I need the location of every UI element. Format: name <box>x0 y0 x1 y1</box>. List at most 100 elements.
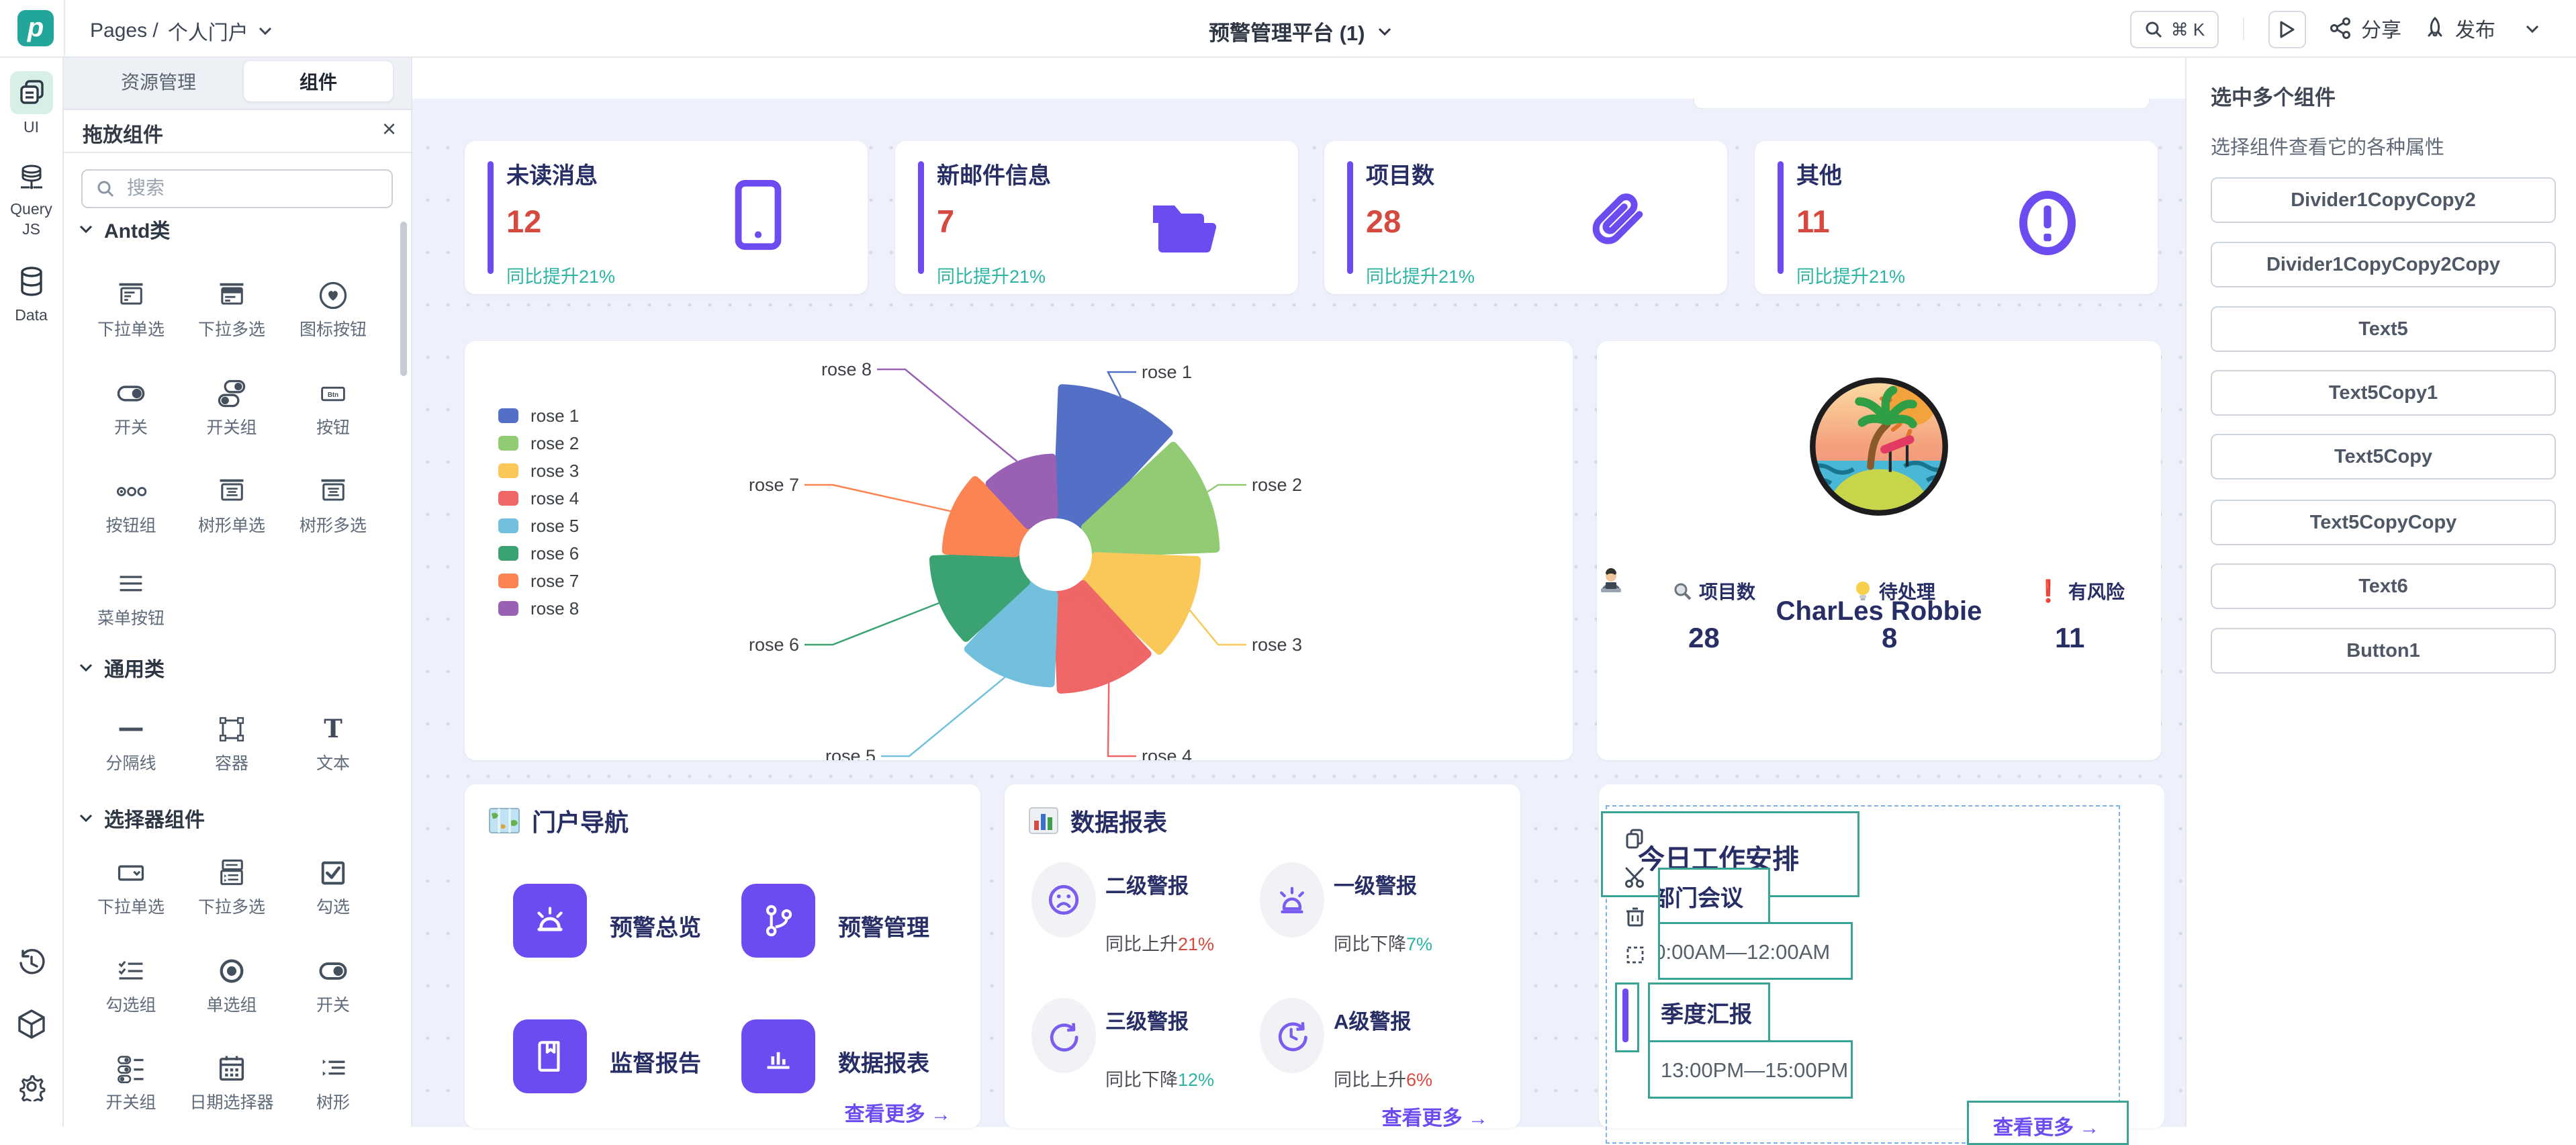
multiselect-icon <box>216 857 248 889</box>
panel-scrollbar[interactable] <box>400 222 407 376</box>
report-icon-clock <box>1260 998 1324 1073</box>
widget-tree-single[interactable]: 树形单选 <box>181 475 282 536</box>
selected-widget-button[interactable]: Text5Copy <box>2211 434 2556 479</box>
view-more-link[interactable]: 查看更多 → <box>1382 1101 1488 1131</box>
widget-dropdown-multi[interactable]: 下拉多选 <box>181 279 282 340</box>
nav-label[interactable]: 预警管理 <box>838 909 929 942</box>
widget-datepicker[interactable]: 日期选择器 <box>181 1052 282 1113</box>
widget-container[interactable]: 容器 <box>181 713 282 774</box>
widget-checkbox-group[interactable]: 勾选组 <box>81 955 181 1015</box>
gear-icon[interactable] <box>17 1072 46 1101</box>
selected-widget-button[interactable]: Text5CopyCopy <box>2211 500 2556 545</box>
nav-label[interactable]: 监督报告 <box>610 1045 701 1078</box>
rail-item-queryjs[interactable]: QueryJS <box>0 199 62 239</box>
stat-card-projects[interactable]: 项目数 28 同比提升21% <box>1324 141 1727 294</box>
widget-switch-sel[interactable]: 开关 <box>283 955 383 1015</box>
widget-multiselect[interactable]: 下拉多选 <box>181 857 282 917</box>
widget-menu-button[interactable]: 菜单按钮 <box>81 568 181 629</box>
widget-button[interactable]: Btn 按钮 <box>283 377 383 438</box>
selected-widget-button[interactable]: Divider1CopyCopy2Copy <box>2211 242 2556 287</box>
tab-widgets[interactable]: 组件 <box>244 61 393 101</box>
stat-card-unread[interactable]: 未读消息 12 同比提升21% <box>465 141 868 294</box>
widget-text[interactable]: T 文本 <box>283 713 383 774</box>
search-input[interactable] <box>126 173 383 203</box>
selected-widget-button[interactable]: Divider1CopyCopy2 <box>2211 177 2556 223</box>
widget-button-group[interactable]: 按钮组 <box>81 475 181 536</box>
widget-checkbox[interactable]: 勾选 <box>283 857 383 917</box>
tab-resources[interactable]: 资源管理 <box>84 61 233 101</box>
git-branch-icon <box>757 900 799 942</box>
cut-icon[interactable] <box>1622 864 1649 890</box>
button-group-icon <box>115 475 147 508</box>
widget-icon-button[interactable]: 图标按钮 <box>283 279 383 340</box>
app-logo[interactable]: p <box>17 10 54 46</box>
calendar-icon <box>216 1052 248 1085</box>
data-report-card[interactable]: 数据报表 二级警报 同比上升21% 一级警报 同比下降7% 三级警报 同比下降1… <box>1005 784 1520 1128</box>
widget-dropdown-single[interactable]: 下拉单选 <box>81 279 181 340</box>
widget-selected-event-name[interactable]: 部门会议 <box>1658 868 1770 929</box>
stat-card-mail[interactable]: 新邮件信息 7 同比提升21% <box>895 141 1298 294</box>
widget-select-single[interactable]: 下拉单选 <box>81 857 181 917</box>
widget-selected-event-time[interactable]: 10:00AM—12:00AM <box>1658 922 1853 980</box>
section-selectors[interactable]: 选择器组件 <box>79 803 205 833</box>
nav-label[interactable]: 预警总览 <box>610 909 701 942</box>
profile-card[interactable]: CharLes Robbie 项目数 待处理 ❗ 有风险 28 8 11 <box>1597 341 2161 760</box>
widget-divider[interactable]: 分隔线 <box>81 713 181 774</box>
dropdown-multi-icon <box>216 279 248 312</box>
widget-selected-divider[interactable] <box>1615 982 1639 1052</box>
package-icon[interactable] <box>17 1009 46 1040</box>
view-more-link[interactable]: 查看更多 → <box>845 1097 951 1127</box>
chevron-down-icon <box>79 813 93 823</box>
section-antd[interactable]: Antd类 <box>79 214 170 244</box>
stat-card-other[interactable]: 其他 11 同比提升21% <box>1755 141 2158 294</box>
publish-button[interactable]: 发布 <box>2424 13 2495 43</box>
selected-widget-button[interactable]: Text5 <box>2211 306 2556 352</box>
nav-tile-data[interactable] <box>741 1019 815 1093</box>
delete-icon[interactable] <box>1622 903 1649 929</box>
close-icon[interactable]: × <box>382 116 396 142</box>
nav-label[interactable]: 数据报表 <box>838 1045 929 1078</box>
breadcrumb[interactable]: Pages / 个人门户 <box>90 16 273 46</box>
portal-nav-card[interactable]: 门户导航 预警总览 预警管理 监督报告 数据报表 查看更多 → <box>465 784 980 1128</box>
editor-canvas[interactable]: 未读消息 12 同比提升21% 新邮件信息 7 同比提升21% 项目数 28 同… <box>411 56 2185 1127</box>
widget-selected-event-time[interactable]: 13:00PM—15:00PM <box>1648 1040 1853 1099</box>
search-button[interactable]: ⌘ K <box>2130 11 2219 48</box>
nav-tile-alert-manage[interactable] <box>741 884 815 958</box>
report-icon-frown <box>1031 862 1096 937</box>
selected-widget-button[interactable]: Text5Copy1 <box>2211 370 2556 416</box>
widget-switch-group[interactable]: 开关组 <box>181 377 282 438</box>
run-button[interactable] <box>2268 11 2306 48</box>
selection-subtext: 选择组件查看它的各种属性 <box>2211 132 2444 160</box>
schedule-card[interactable]: 今日工作安排 部门会议 10:00AM—12:00AM 季度汇报 13:00PM… <box>1599 784 2164 1128</box>
nav-tile-alert-overview[interactable] <box>513 884 587 958</box>
widget-selected-event-name[interactable]: 季度汇报 <box>1648 982 1770 1048</box>
rail-item-ui[interactable]: UI <box>0 118 62 136</box>
widget-switch[interactable]: 开关 <box>81 377 181 438</box>
share-button[interactable]: 分享 <box>2329 13 2401 43</box>
rail-item-data[interactable]: Data <box>0 306 62 324</box>
data-icon[interactable] <box>17 266 46 297</box>
pages-icon[interactable] <box>18 79 46 107</box>
select-region-icon[interactable] <box>1622 942 1649 968</box>
breadcrumb-page[interactable]: 个人门户 <box>168 16 248 46</box>
history-icon[interactable] <box>17 948 46 978</box>
query-js-icon[interactable] <box>17 164 46 193</box>
section-common[interactable]: 通用类 <box>79 653 165 682</box>
nightingale-rose-chart[interactable]: rose 1rose 2rose 3rose 4rose 5rose 6rose… <box>465 341 1573 760</box>
vertical-divider <box>1622 989 1628 1042</box>
selected-widget-button[interactable]: Button1 <box>2211 628 2556 674</box>
technologist-emoji-icon <box>1597 568 1625 596</box>
widget-tree-select[interactable]: 树形 <box>283 1052 383 1113</box>
widget-switch-group-sel[interactable]: 开关组 <box>81 1052 181 1113</box>
copy-icon[interactable] <box>1622 825 1649 852</box>
widget-radio-group[interactable]: 单选组 <box>181 955 282 1015</box>
widget-selected-viewmore[interactable]: 查看更多 → <box>1967 1101 2129 1145</box>
app-title[interactable]: 预警管理平台 (1) <box>1209 16 1392 46</box>
widget-search[interactable] <box>81 169 393 208</box>
widget-tree-multi[interactable]: 树形多选 <box>283 475 383 536</box>
profile-stat-value: 28 <box>1688 622 1720 654</box>
selected-widget-button[interactable]: Text6 <box>2211 563 2556 609</box>
rose-chart-card[interactable]: rose 1 rose 2 rose 3 rose 4 rose 5 rose … <box>465 341 1573 760</box>
publish-menu-chevron-icon[interactable] <box>2525 24 2540 34</box>
nav-tile-report[interactable] <box>513 1019 587 1093</box>
